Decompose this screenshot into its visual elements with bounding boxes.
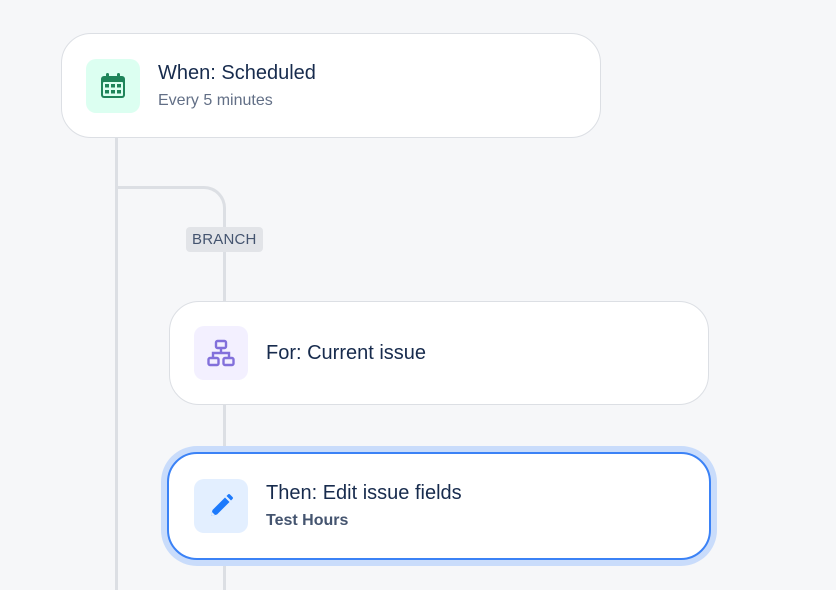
pencil-icon-tile	[194, 479, 248, 533]
hierarchy-icon-tile	[194, 326, 248, 380]
trigger-title: When: Scheduled	[158, 61, 316, 84]
hierarchy-icon	[207, 339, 235, 367]
action-subtitle: Test Hours	[266, 512, 349, 529]
action-card[interactable]: Then: Edit issue fields Test Hours	[167, 452, 711, 560]
action-title: Then: Edit issue fields	[266, 482, 462, 504]
trigger-text: When: Scheduled Every 5 minutes	[158, 61, 316, 111]
calendar-icon	[101, 72, 125, 98]
branch-title: For: Current issue	[266, 342, 427, 364]
trigger-card[interactable]: When: Scheduled Every 5 minutes	[61, 33, 601, 138]
action-text: Then: Edit issue fields Test Hours	[266, 481, 462, 531]
branch-connector-line	[223, 251, 226, 303]
branch-connector-line	[223, 558, 226, 590]
branch-connector-line	[223, 214, 226, 228]
trigger-subtitle: Every 5 minutes	[158, 91, 273, 109]
branch-connector-line	[223, 404, 226, 454]
branch-label: BRANCH	[186, 227, 263, 252]
branch-card[interactable]: For: Current issue	[169, 301, 709, 405]
pencil-icon	[211, 494, 233, 516]
branch-text: For: Current issue	[266, 341, 426, 365]
rule-canvas: BRANCH When: Scheduled Every 5 minutes F…	[0, 0, 836, 590]
calendar-icon-tile	[86, 58, 140, 113]
branch-connector-curve	[115, 186, 226, 216]
